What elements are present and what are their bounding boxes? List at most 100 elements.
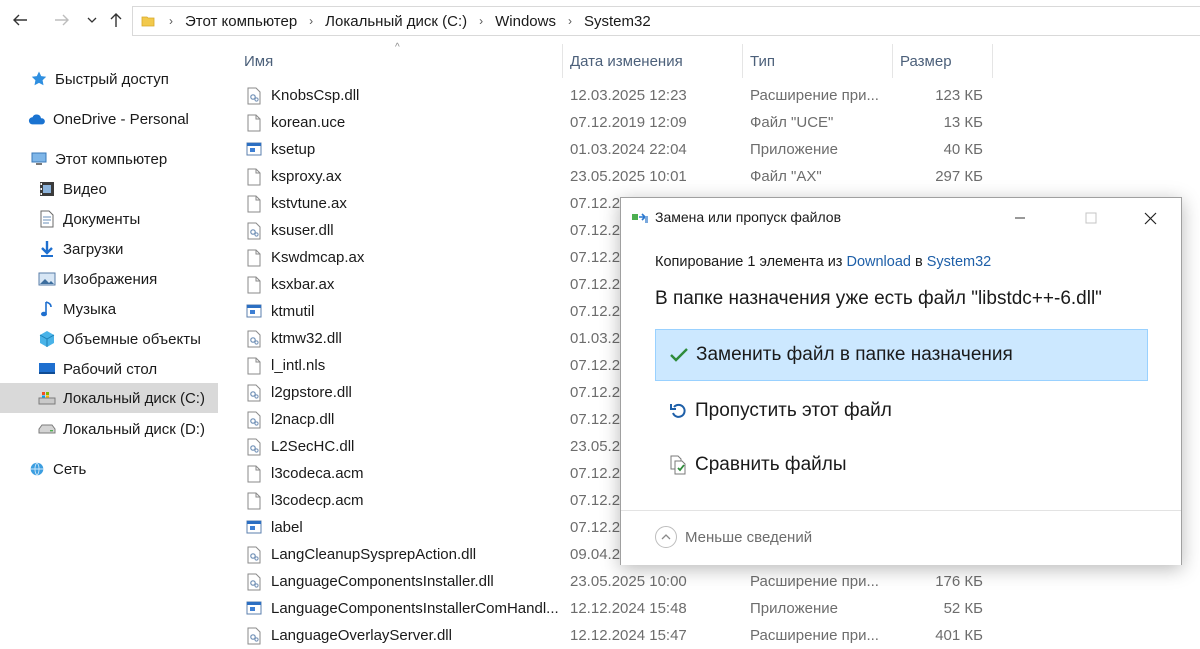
file-date: 07.12.2 [570,222,621,239]
file-name: ksuser.dll [271,222,334,239]
dll-file-icon [246,411,262,429]
file-name: l2nacp.dll [271,411,335,428]
application-icon [246,600,262,618]
sidebar-item-video[interactable]: Видео [0,174,218,204]
chevron-right-icon: › [567,14,572,28]
sidebar-item-drive-d[interactable]: Локальный диск (D:) [0,414,218,444]
sidebar-item-3d-objects[interactable]: Объемные объекты [0,324,218,354]
sidebar-item-label: Локальный диск (D:) [63,420,205,438]
column-header-name[interactable]: Имя [244,42,564,80]
address-bar[interactable]: › Этот компьютер › Локальный диск (C:) › W… [132,6,1200,36]
column-header-type[interactable]: Тип [750,42,892,80]
maximize-button[interactable] [1068,202,1114,234]
sidebar-item-desktop[interactable]: Рабочий стол [0,354,218,384]
file-size: 40 КБ [943,141,983,158]
file-date: 07.12.2 [570,357,621,374]
file-row[interactable]: korean.uce 07.12.2019 12:09 Файл "UCE" 13 К… [222,109,992,136]
sidebar-item-downloads[interactable]: Загрузки [0,234,218,264]
file-date: 23.05.2025 10:00 [570,573,687,590]
sidebar-item-label: Быстрый доступ [55,70,169,88]
sidebar-item-quick-access[interactable]: Быстрый доступ [0,64,218,94]
application-icon [246,519,262,537]
copy-files-icon [632,213,648,223]
sidebar-item-this-pc[interactable]: Этот компьютер [0,144,218,174]
generic-file-icon [246,276,262,294]
file-row[interactable]: ksetup 01.03.2024 22:04 Приложение 40 КБ [222,136,992,163]
column-header-date[interactable]: Дата изменения [570,42,742,80]
file-row[interactable]: LanguageComponentsInstallerComHandl... 12… [222,595,992,622]
source-folder-link[interactable]: Download [846,254,911,270]
file-date: 23.05.2 [570,438,621,455]
chevron-up-icon [655,526,677,548]
download-icon [38,240,56,258]
file-name: L2SecHC.dll [271,438,355,455]
back-button[interactable] [8,8,32,32]
music-icon [38,300,56,318]
sidebar-item-label: OneDrive - Personal [53,110,189,128]
sidebar-item-label: Изображения [63,270,158,288]
sidebar-item-drive-c[interactable]: Локальный диск (C:) [0,383,218,413]
dll-file-icon [246,438,262,456]
minimize-button[interactable] [997,202,1043,234]
generic-file-icon [246,357,262,375]
file-type: Приложение [750,600,838,617]
desktop-icon [38,360,56,378]
breadcrumb-this-pc[interactable]: Этот компьютер › [185,13,325,30]
sidebar-item-onedrive[interactable]: OneDrive - Personal [0,104,218,134]
file-size: 297 КБ [935,168,983,185]
file-type: Файл "UCE" [750,114,834,131]
compare-files-option[interactable]: Сравнить файлы [655,439,1148,491]
checkmark-icon [668,344,690,366]
file-name: ktmutil [271,303,315,320]
file-size: 123 КБ [935,87,983,104]
breadcrumb-windows[interactable]: Windows › [495,13,584,30]
generic-file-icon [246,465,262,483]
sidebar-item-network[interactable]: Сеть [0,454,218,484]
column-header-size[interactable]: Размер [900,42,992,80]
file-name: label [271,519,303,536]
file-row[interactable]: LanguageComponentsInstaller.dll 23.05.202… [222,568,992,595]
file-name: LanguageOverlayServer.dll [271,627,452,644]
dialog-title: Замена или пропуск файлов [655,209,842,225]
copy-progress-text: Копирование 1 элемента из Download в Sys… [655,254,992,270]
sidebar-item-documents[interactable]: Документы [0,204,218,234]
file-type: Приложение [750,141,838,158]
file-row[interactable]: KnobsCsp.dll 12.03.2025 12:23 Расширение п… [222,82,992,109]
file-date: 07.12.2019 12:09 [570,114,687,131]
breadcrumb-system32[interactable]: System32 [584,13,651,30]
application-icon [246,303,262,321]
network-icon [28,460,46,478]
file-date: 07.12.2 [570,384,621,401]
drive-c-icon [38,389,56,407]
sidebar-item-label: Загрузки [63,240,124,258]
file-name: ksproxy.ax [271,168,342,185]
close-button[interactable] [1127,202,1173,234]
dll-file-icon [246,627,262,645]
dialog-footer: Меньше сведений [621,510,1181,565]
star-icon [30,70,48,88]
breadcrumb-drive-c[interactable]: Локальный диск (C:) › [325,13,495,30]
chevron-right-icon: › [479,14,484,28]
file-date: 07.12.2 [570,195,621,212]
replace-or-skip-dialog: Замена или пропуск файлов Копирование 1 … [620,197,1182,565]
file-date: 07.12.2 [570,465,621,482]
compare-icon [667,454,689,476]
forward-button[interactable] [50,8,74,32]
dialog-title-bar[interactable]: Замена или пропуск файлов [621,198,1181,238]
sidebar-item-pictures[interactable]: Изображения [0,264,218,294]
file-date: 01.03.2024 22:04 [570,141,687,158]
file-date: 07.12.2 [570,303,621,320]
document-icon [38,210,56,228]
up-button[interactable] [104,8,128,32]
sidebar-item-music[interactable]: Музыка [0,294,218,324]
file-date: 07.12.2 [570,411,621,428]
file-row[interactable]: LanguageOverlayServer.dll 12.12.2024 15:4… [222,622,992,649]
file-date: 01.03.2 [570,330,621,347]
navigation-pane: Быстрый доступ OneDrive - Personal Этот … [0,42,220,649]
replace-file-option[interactable]: Заменить файл в папке назначения [655,329,1148,381]
fewer-details-button[interactable]: Меньше сведений [655,526,812,548]
recent-locations-button[interactable] [80,8,104,32]
skip-file-option[interactable]: Пропустить этот файл [655,385,1148,437]
file-row[interactable]: ksproxy.ax 23.05.2025 10:01 Файл "AX" 297 К… [222,163,992,190]
destination-folder-link[interactable]: System32 [927,254,991,270]
